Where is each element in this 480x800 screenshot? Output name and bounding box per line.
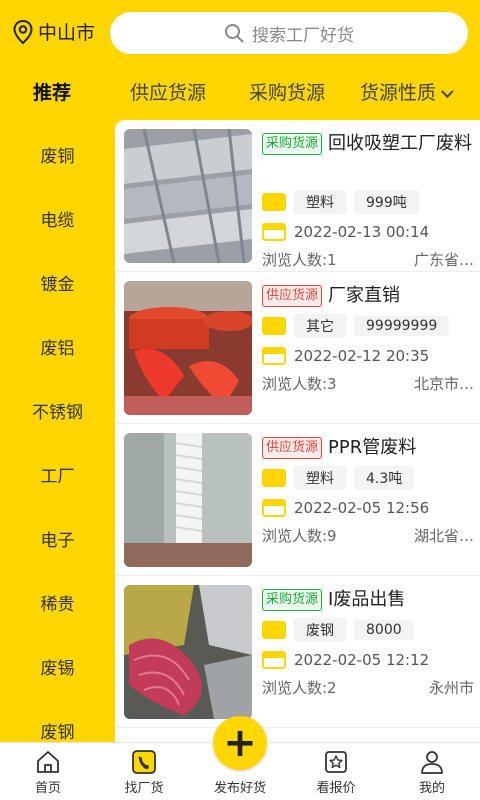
quantity-chip: 4.3吨: [354, 466, 415, 490]
category-icon: [262, 193, 286, 211]
quantity-chip: 999吨: [354, 190, 419, 214]
listing-region: 永州市: [428, 679, 474, 697]
location-selector[interactable]: 中山市: [12, 18, 95, 45]
sidebar-item-cable[interactable]: 电缆: [0, 206, 115, 231]
nav-label: 看报价: [316, 781, 356, 796]
calendar-icon: [262, 347, 286, 365]
listing-title: 采购货源 回收吸塑工厂废料: [262, 129, 474, 187]
category-icon: [262, 469, 286, 487]
nav-publish[interactable]: 发布好货: [192, 777, 288, 796]
calendar-icon: [262, 651, 286, 669]
category-chip: 塑料: [294, 190, 346, 214]
listing-date: 2022-02-12 20:35: [294, 347, 430, 365]
sidebar-item-electronics[interactable]: 电子: [0, 526, 115, 551]
sidebar-item-steel[interactable]: 废钢: [0, 718, 115, 742]
source-tag: 供应货源: [262, 437, 323, 459]
list-item[interactable]: 采购货源 回收吸塑工厂废料 塑料 999吨 2022-02-13 00:14 浏览人…: [115, 120, 480, 272]
listing-photo: [124, 281, 252, 415]
publish-button[interactable]: +: [213, 716, 267, 770]
quantity-chip: 8000: [354, 620, 414, 640]
listing-region: 湖北省…: [413, 527, 474, 545]
listing-title-text: PPR管废料: [328, 437, 417, 458]
nav-label: 首页: [34, 781, 61, 796]
view-count: 浏览人数:3: [262, 375, 337, 393]
source-tag: 采购货源: [262, 589, 323, 611]
phone-icon: [132, 750, 156, 774]
category-icon: [262, 317, 286, 335]
view-count: 浏览人数:2: [262, 679, 337, 697]
sidebar-item-precious[interactable]: 稀贵: [0, 590, 115, 615]
nav-label: 找厂货: [124, 781, 164, 796]
sidebar-item-stainless[interactable]: 不锈钢: [0, 398, 115, 423]
nav-label: 发布好货: [213, 781, 266, 796]
sidebar-item-aluminum[interactable]: 废铝: [0, 334, 115, 359]
tab-label: 采购货源: [249, 82, 326, 104]
calendar-icon: [262, 223, 286, 241]
source-tag: 采购货源: [262, 133, 323, 155]
tab-recommend[interactable]: 推荐: [33, 78, 71, 105]
search-placeholder: 搜索工厂好货: [252, 25, 354, 46]
sidebar-item-tin[interactable]: 废锡: [0, 654, 115, 679]
tab-label: 推荐: [33, 82, 72, 104]
nav-find-factory[interactable]: 找厂货: [96, 749, 192, 796]
view-count: 浏览人数:9: [262, 527, 337, 545]
listing-date: 2022-02-05 12:12: [294, 651, 430, 669]
list-item[interactable]: 采购货源 I废品出售 废钢 8000 2022-02-05 12:12 浏览人数:2…: [115, 576, 480, 728]
nav-quotes[interactable]: 看报价: [288, 749, 384, 796]
category-chip: 废钢: [294, 618, 346, 642]
location-label: 中山市: [38, 22, 96, 44]
listing-photo: [124, 585, 252, 719]
star-icon: [325, 751, 347, 773]
chevron-down-icon: [440, 85, 454, 99]
tab-label: 供应货源: [130, 82, 207, 104]
location-pin-icon: [13, 19, 33, 44]
listing-region: 北京市…: [413, 375, 474, 393]
listing-list: 采购货源 回收吸塑工厂废料 塑料 999吨 2022-02-13 00:14 浏览人…: [115, 120, 480, 742]
list-item[interactable]: 供应货源 PPR管废料 塑料 4.3吨 2022-02-05 12:56 浏览人数:…: [115, 424, 480, 576]
listing-title-text: 回收吸塑工厂废料: [328, 133, 473, 154]
plus-icon: +: [223, 720, 257, 766]
sidebar-item-gold-plated[interactable]: 镀金: [0, 270, 115, 295]
sidebar-item-copper[interactable]: 废铜: [0, 142, 115, 167]
listing-date: 2022-02-05 12:56: [294, 499, 430, 517]
tab-supply[interactable]: 供应货源: [130, 78, 206, 105]
category-icon: [262, 621, 286, 639]
listing-photo: [124, 433, 252, 567]
listing-date: 2022-02-13 00:14: [294, 223, 430, 241]
sidebar-item-factory[interactable]: 工厂: [0, 462, 115, 487]
listing-photo: [124, 129, 252, 263]
tab-purchase[interactable]: 采购货源: [249, 78, 325, 105]
source-tag: 供应货源: [262, 285, 323, 307]
user-icon: [421, 751, 443, 774]
category-tabs: 推荐 供应货源 采购货源 货源性质: [0, 64, 480, 118]
calendar-icon: [262, 499, 286, 517]
category-chip: 塑料: [294, 466, 346, 490]
category-sidebar: 废铜 电缆 镀金 废铝 不锈钢 工厂 电子 稀贵 废锡 废钢: [0, 120, 115, 742]
category-chip: 其它: [294, 314, 346, 338]
search-icon: [225, 24, 244, 43]
nav-profile[interactable]: 我的: [384, 749, 480, 796]
listing-title-text: I废品出售: [328, 589, 406, 610]
listing-region: 广东省…: [413, 251, 474, 269]
view-count: 浏览人数:1: [262, 251, 337, 269]
home-icon: [37, 751, 59, 773]
listing-title-text: 厂家直销: [328, 285, 401, 306]
nav-label: 我的: [418, 781, 445, 796]
top-bar: 中山市 搜索工厂好货: [0, 0, 480, 64]
tab-label: 货源性质: [360, 82, 437, 104]
quantity-chip: 99999999: [354, 316, 450, 336]
nav-home[interactable]: 首页: [0, 749, 96, 796]
list-item[interactable]: 供应货源 厂家直销 其它 99999999 2022-02-12 20:35 浏览人…: [115, 272, 480, 424]
search-input[interactable]: 搜索工厂好货: [110, 12, 468, 54]
tab-source-type[interactable]: 货源性质: [360, 78, 454, 105]
